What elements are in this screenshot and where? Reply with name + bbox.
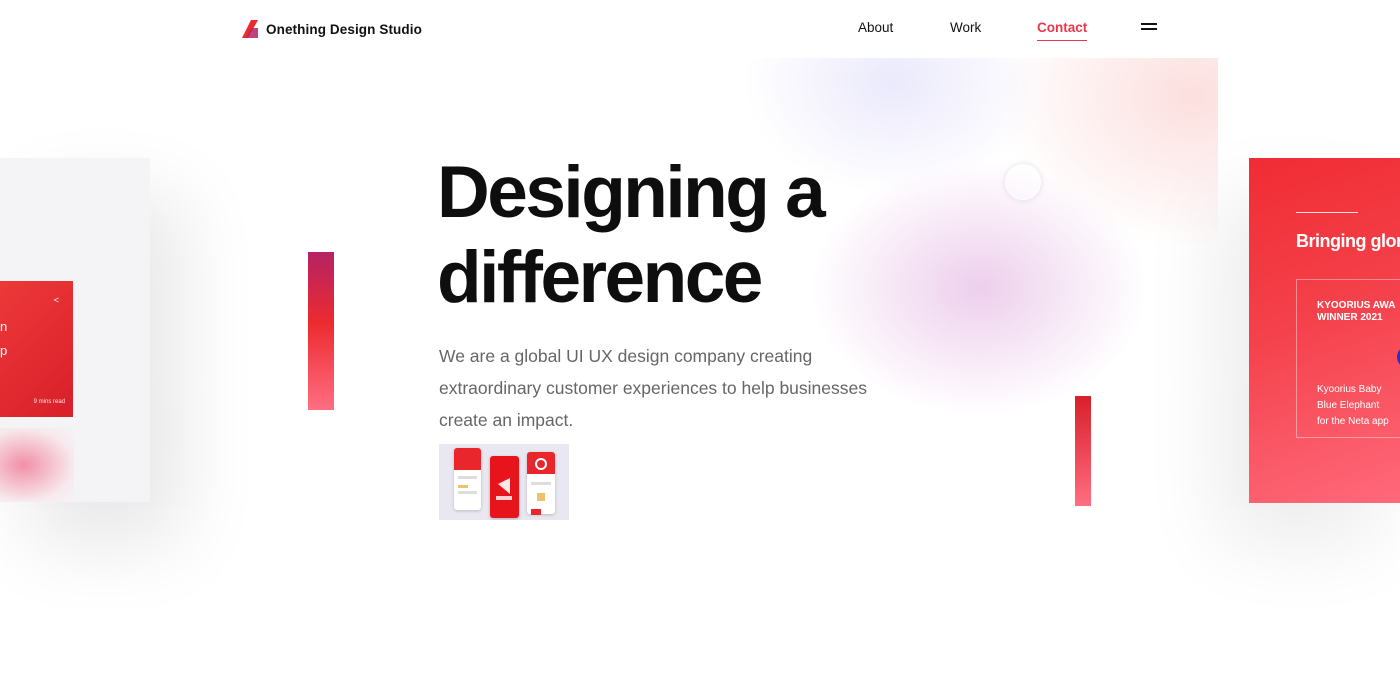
phone-mockup [490,456,519,518]
right-award-card[interactable]: Bringing glor KYOORIUS AWA WINNER 2021 K… [1249,158,1400,503]
project-thumbnail[interactable] [439,444,569,520]
decorative-bar [308,252,334,410]
site-header: Onething Design Studio About Work Contac… [0,0,1400,58]
floating-bubble [1005,164,1041,200]
decorative-bar [1075,396,1091,506]
award-project: Kyoorius Baby [1317,384,1382,395]
menu-icon[interactable] [1141,23,1157,31]
card-heading: Bringing glor [1296,231,1400,251]
nav-contact[interactable]: Contact [1037,20,1088,41]
logo-text: Onething Design Studio [266,21,422,37]
read-time: 9 mins read [33,399,65,405]
left-card-text: n [0,319,8,334]
hero-title: Designing a difference [437,150,997,320]
logo-mark-icon [242,20,258,38]
hero-title-line: Designing a [437,152,826,233]
left-card-text: p [0,343,8,358]
phone-mockup [527,452,555,515]
left-project-card[interactable]: < n p 9 mins read [0,158,150,502]
award-title: WINNER 2021 [1317,312,1383,323]
phone-mockup [454,448,481,510]
award-project: for the Neta app [1317,416,1389,427]
divider [1296,212,1358,213]
award-title: KYOORIUS AWA [1317,300,1396,311]
hero-description: We are a global UI UX design company cre… [439,346,867,430]
nav-work[interactable]: Work [950,20,981,35]
share-icon: < [53,295,59,305]
hero-title-line: difference [437,237,763,318]
nav-about[interactable]: About [858,20,893,35]
left-card-blur [0,428,74,502]
logo[interactable]: Onething Design Studio [242,20,422,38]
award-project: Blue Elephant [1317,400,1380,411]
award-box: KYOORIUS AWA WINNER 2021 Kyoorius Baby B… [1296,279,1400,438]
left-card-inner: < n p 9 mins read [0,281,73,417]
